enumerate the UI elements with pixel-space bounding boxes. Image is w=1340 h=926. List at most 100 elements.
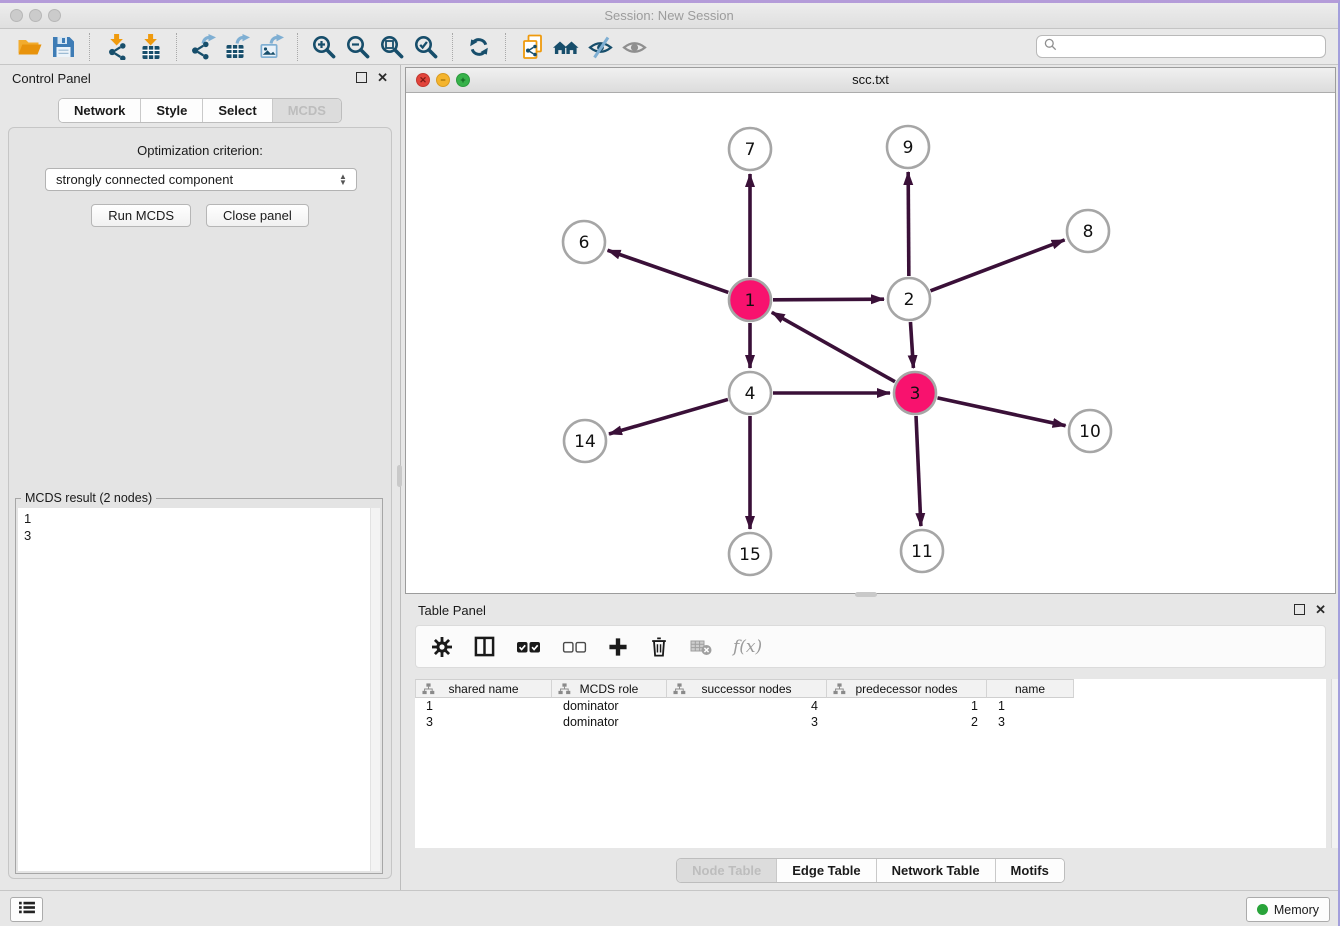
node-label-7: 7 [745,140,756,160]
tab-style[interactable]: Style [140,99,202,122]
zoom-in-icon[interactable] [307,32,341,62]
zoom-selected-icon[interactable] [409,32,443,62]
column-header-MCDS-role[interactable]: MCDS role [552,679,667,698]
control-panel-close-icon[interactable]: ✕ [377,72,388,83]
table-cell: dominator [552,698,667,714]
table-panel-close-icon[interactable]: ✕ [1315,604,1326,615]
unselect-all-icon[interactable] [562,639,587,655]
frame-minimize-icon[interactable]: − [436,73,450,87]
control-panel-title: Control Panel [12,71,91,86]
network-canvas[interactable]: 7968124314101511 [406,92,1335,593]
edge-label-mark [749,469,752,476]
frame-close-icon[interactable]: ✕ [416,73,430,87]
table-scrollbar[interactable] [1331,679,1340,848]
optimization-criterion-label: Optimization criterion: [9,143,391,158]
export-network-icon[interactable] [186,32,220,62]
node-label-1: 1 [745,291,756,311]
network-frame-titlebar[interactable]: ✕ − + scc.txt [406,68,1335,93]
table-panel: Table Panel ✕ f(x) shared nameMCDS roles… [401,597,1340,890]
save-session-icon[interactable] [46,32,80,62]
table-row[interactable]: 1dominator411 [415,698,1326,714]
zoom-out-icon[interactable] [341,32,375,62]
function-builder-icon: f(x) [733,637,762,657]
table-cell: 1 [987,698,1074,714]
graph-svg: 7968124314101511 [406,92,1335,593]
clone-network-icon[interactable] [515,32,549,62]
select-all-icon[interactable] [516,639,541,655]
search-field[interactable] [1036,35,1326,58]
table-row[interactable]: 3dominator323 [415,714,1326,730]
split-handle-vertical[interactable] [397,465,402,487]
delete-row-icon[interactable] [649,636,669,658]
add-row-icon[interactable] [608,637,628,657]
edge-label-mark [917,467,920,474]
table-cell: 1 [415,698,552,714]
window-titlebar: Session: New Session [0,3,1338,29]
frame-maximize-icon[interactable]: + [456,73,470,87]
tab-mcds[interactable]: MCDS [272,99,341,122]
tab-network[interactable]: Network [59,99,140,122]
zoom-fit-icon[interactable] [375,32,409,62]
result-scrollbar[interactable] [370,508,380,871]
table-toolbar: f(x) [415,625,1326,668]
edge-2-3[interactable] [910,322,913,368]
column-header-successor-nodes[interactable]: successor nodes [667,679,827,698]
table-tab-network-table[interactable]: Network Table [876,859,995,882]
result-item[interactable]: 1 [24,510,380,527]
hide-view-icon[interactable] [583,32,617,62]
list-icon [18,900,36,920]
export-image-icon[interactable] [254,32,288,62]
node-label-10: 10 [1079,422,1101,442]
task-history-button[interactable] [10,897,43,922]
node-label-6: 6 [579,233,590,253]
status-bar: Memory [0,890,1338,925]
column-header-name[interactable]: name [987,679,1074,698]
table-panel-float-icon[interactable] [1294,604,1305,615]
window-title: Session: New Session [0,3,1338,28]
control-panel-tabs: NetworkStyleSelectMCDS [0,98,400,123]
node-label-2: 2 [904,290,915,310]
toolbar-separator [505,33,506,61]
import-table-icon[interactable] [133,32,167,62]
result-item[interactable]: 3 [24,527,380,544]
tab-select[interactable]: Select [202,99,271,122]
delete-table-icon [690,638,712,656]
table-tab-node-table[interactable]: Node Table [677,859,776,882]
column-header-shared-name[interactable]: shared name [415,679,552,698]
window-zoom-icon[interactable] [48,9,61,22]
node-label-15: 15 [739,545,761,565]
export-table-icon[interactable] [220,32,254,62]
criterion-select[interactable]: strongly connected component ▲▼ [45,168,357,191]
window-close-icon[interactable] [10,9,23,22]
mcds-result-list[interactable]: 13 [18,508,380,871]
search-input[interactable] [1062,39,1318,55]
window-minimize-icon[interactable] [29,9,42,22]
table-body: 1dominator4113dominator323 [415,698,1326,730]
criterion-selected-value: strongly connected component [56,172,233,187]
table-panel-title: Table Panel [418,603,486,618]
home-view-icon[interactable] [549,32,583,62]
column-layout-icon[interactable] [474,636,495,657]
column-settings-icon[interactable] [431,636,453,658]
node-table: shared nameMCDS rolesuccessor nodesprede… [415,679,1326,848]
toolbar-separator [176,33,177,61]
memory-button[interactable]: Memory [1246,897,1330,922]
table-cell: 3 [415,714,552,730]
refresh-icon[interactable] [462,32,496,62]
open-session-icon[interactable] [12,32,46,62]
import-network-icon[interactable] [99,32,133,62]
table-cell: 3 [987,714,1074,730]
mcds-panel: Optimization criterion: strongly connect… [8,127,392,879]
column-header-predecessor-nodes[interactable]: predecessor nodes [827,679,987,698]
memory-status-icon [1257,904,1268,915]
close-panel-button[interactable]: Close panel [206,204,309,227]
toolbar-separator [89,33,90,61]
table-tab-motifs[interactable]: Motifs [995,859,1064,882]
table-tab-edge-table[interactable]: Edge Table [776,859,875,882]
network-view-frame: ✕ − + scc.txt 7968124314101511 [405,67,1336,594]
show-view-icon[interactable] [617,32,651,62]
node-label-4: 4 [745,384,756,404]
control-panel-float-icon[interactable] [356,72,367,83]
control-panel: Control Panel ✕ NetworkStyleSelectMCDS O… [0,65,401,890]
run-mcds-button[interactable]: Run MCDS [91,204,191,227]
